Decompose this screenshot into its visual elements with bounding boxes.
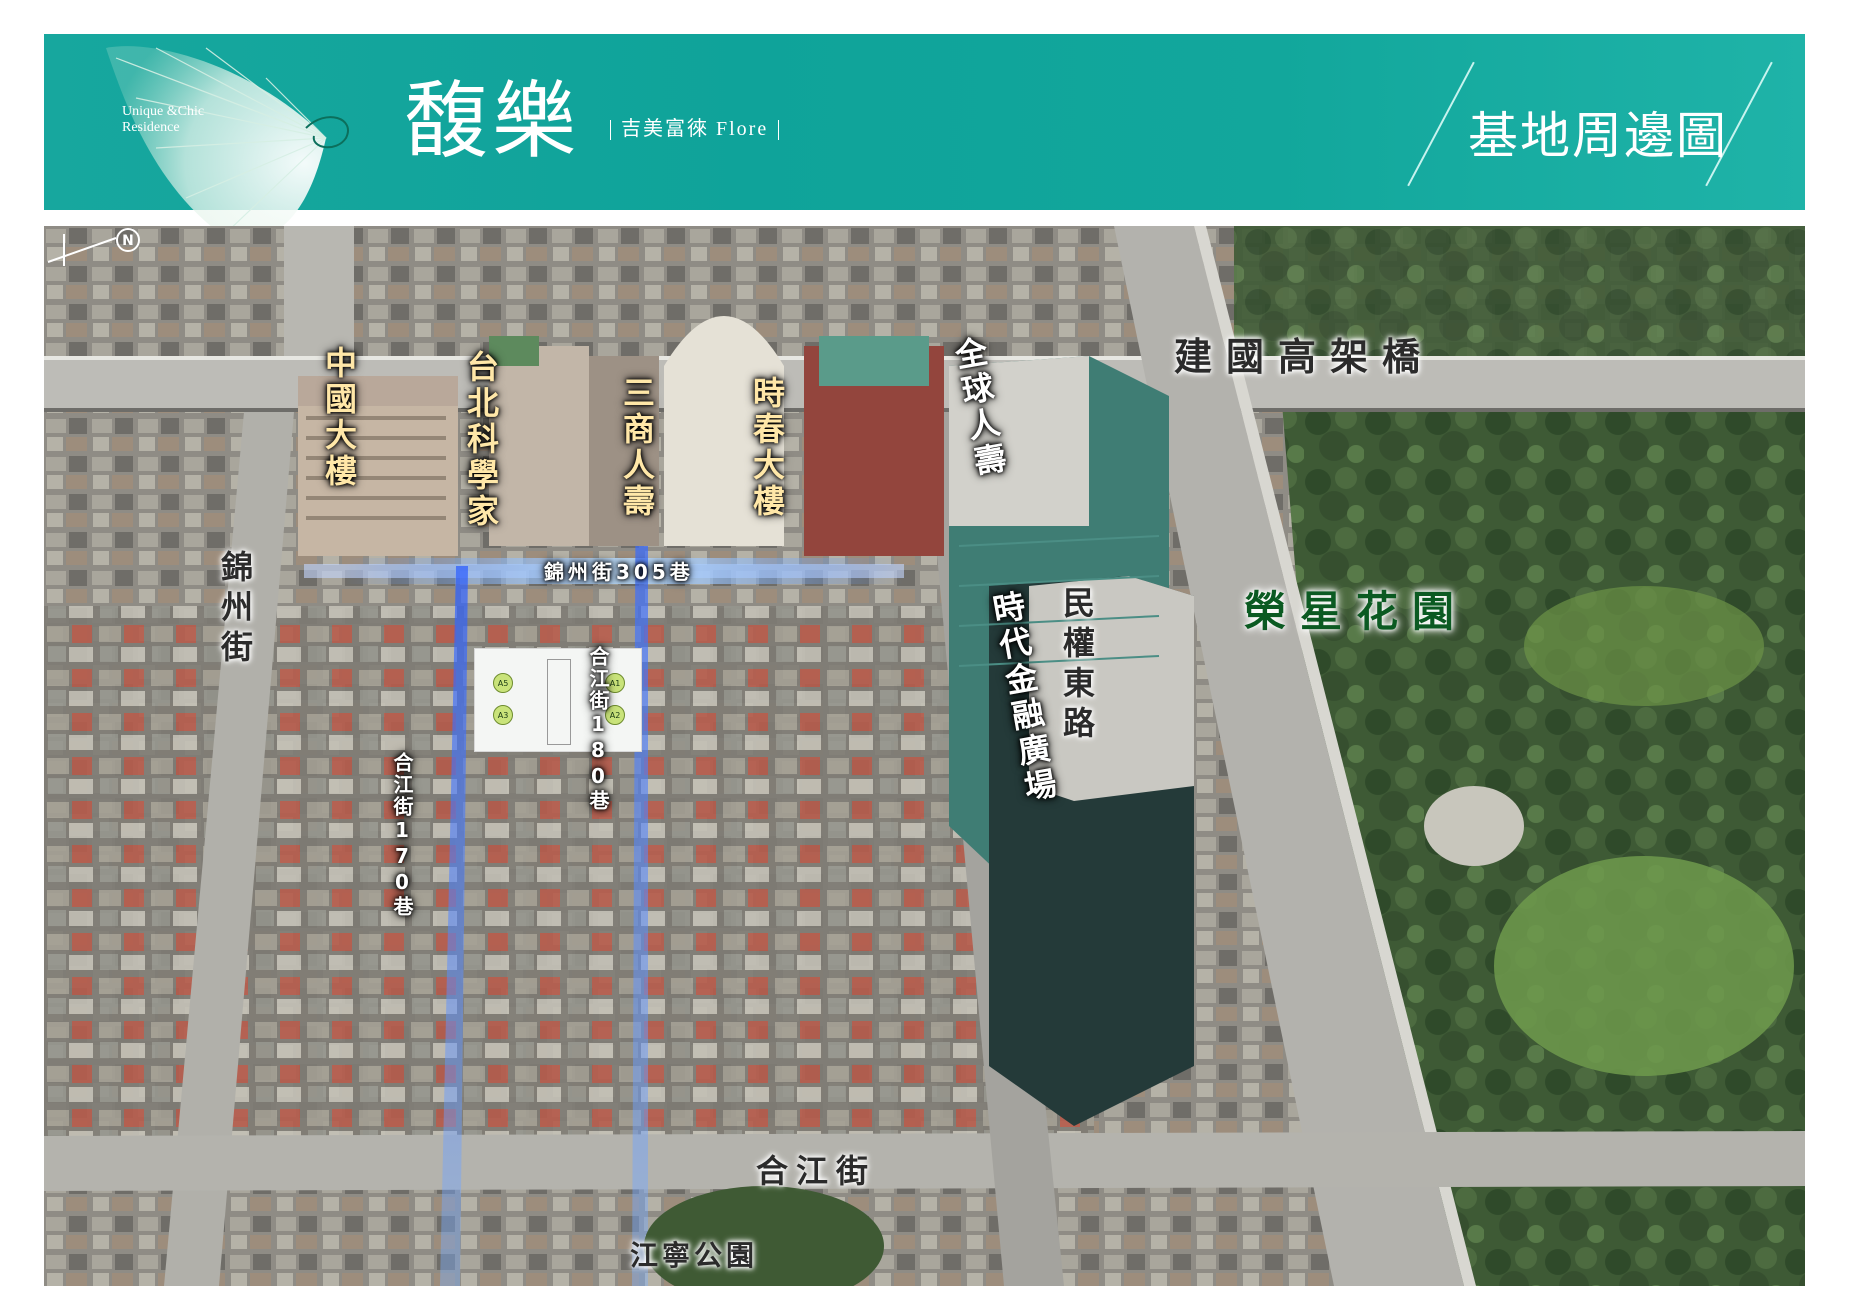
label-shichun-building: 時春大樓 [748,376,786,520]
page-frame: Unique &Chic Residence 馥樂 吉美富徠 Flore 基地周… [0,0,1849,1304]
brand-tagline: Unique &Chic Residence [122,104,205,135]
project-logo: 馥樂 [404,72,581,170]
label-jinzhou-lane-305: 錦州街305巷 [544,560,694,584]
divider [610,120,611,141]
unit-a3-marker[interactable]: A3 [493,705,513,725]
label-hejiang-lane-170: 合江街170巷 [390,752,414,918]
north-arrow-icon: N [47,228,140,266]
unit-a5-marker[interactable]: A5 [493,673,513,693]
project-subtitle: 吉美富徠 Flore [600,112,789,141]
label-sanshang-life: 三商人壽 [618,376,656,520]
compass-letter: N [122,233,134,249]
divider [778,120,780,141]
label-jianguo-expressway: 建國高架橋 [1174,335,1435,379]
label-zhongguo-building: 中國大樓 [320,346,358,490]
label-hejiang-lane-180: 合江街180巷 [586,646,610,812]
map-background [44,226,1805,1286]
label-jinzhou-street: 錦州街 [216,550,254,670]
subtitle-text: 吉美富徠 Flore [621,118,769,140]
flower-decoration-icon [106,46,349,241]
label-hejiang-street: 合江街 [756,1152,877,1190]
site-plan[interactable]: A5 A1 A3 A2 [474,648,642,752]
aerial-map: A5 A1 A3 A2 建國高架橋 民權東路 錦州街 錦州街305巷 合江街17… [44,226,1805,1286]
label-rongxing-garden: 榮星花園 [1244,587,1469,636]
label-minquan-east-road: 民權東路 [1058,586,1096,746]
label-taipei-scientist: 台北科學家 [462,350,500,530]
label-jiangning-park: 江寧公園 [630,1239,759,1272]
site-core [547,659,571,745]
page-title: 基地周邊圖 [1468,107,1728,165]
